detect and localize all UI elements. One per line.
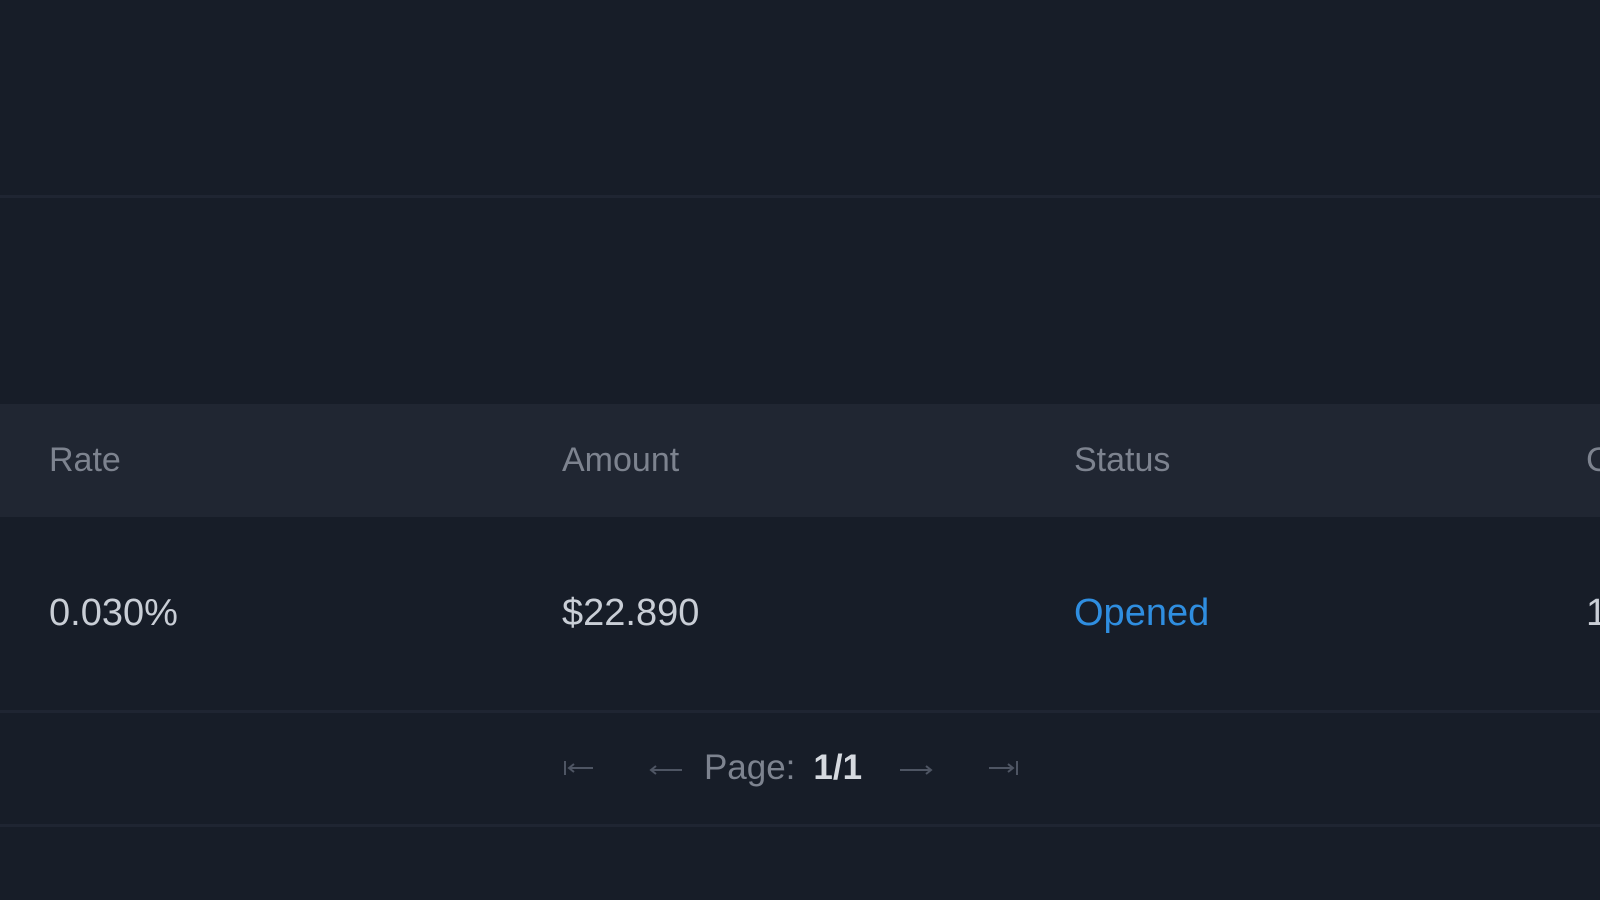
cell-status: Opened [1074,592,1210,634]
page-value: 1/1 [813,748,863,787]
first-page-button[interactable] [562,758,596,778]
positions-table: Rate Amount Status C 0.030% $22.890 Open… [0,404,1600,713]
column-header-status[interactable]: Status [1025,441,1537,480]
prev-page-icon [649,765,682,775]
first-page-icon [563,761,593,775]
next-page-icon [900,765,933,775]
prev-page-button[interactable] [648,758,684,778]
next-page-button[interactable] [898,758,934,778]
last-page-icon [989,761,1019,775]
pagination: Page: 1/1 [0,712,1600,827]
cell-truncated: 1 [1586,592,1600,634]
page-label: Page: [703,748,796,787]
column-header-truncated[interactable]: C [1537,441,1600,480]
cell-amount: $22.890 [562,592,700,634]
last-page-button[interactable] [986,758,1020,778]
table-header: Rate Amount Status C [0,404,1600,517]
column-header-amount[interactable]: Amount [513,441,1025,480]
cell-rate: 0.030% [49,592,178,634]
page: Rate Amount Status C 0.030% $22.890 Open… [0,0,1600,900]
table-row[interactable]: 0.030% $22.890 Opened 1 [0,517,1600,713]
top-empty-area [0,0,1600,198]
column-header-rate[interactable]: Rate [0,441,513,480]
